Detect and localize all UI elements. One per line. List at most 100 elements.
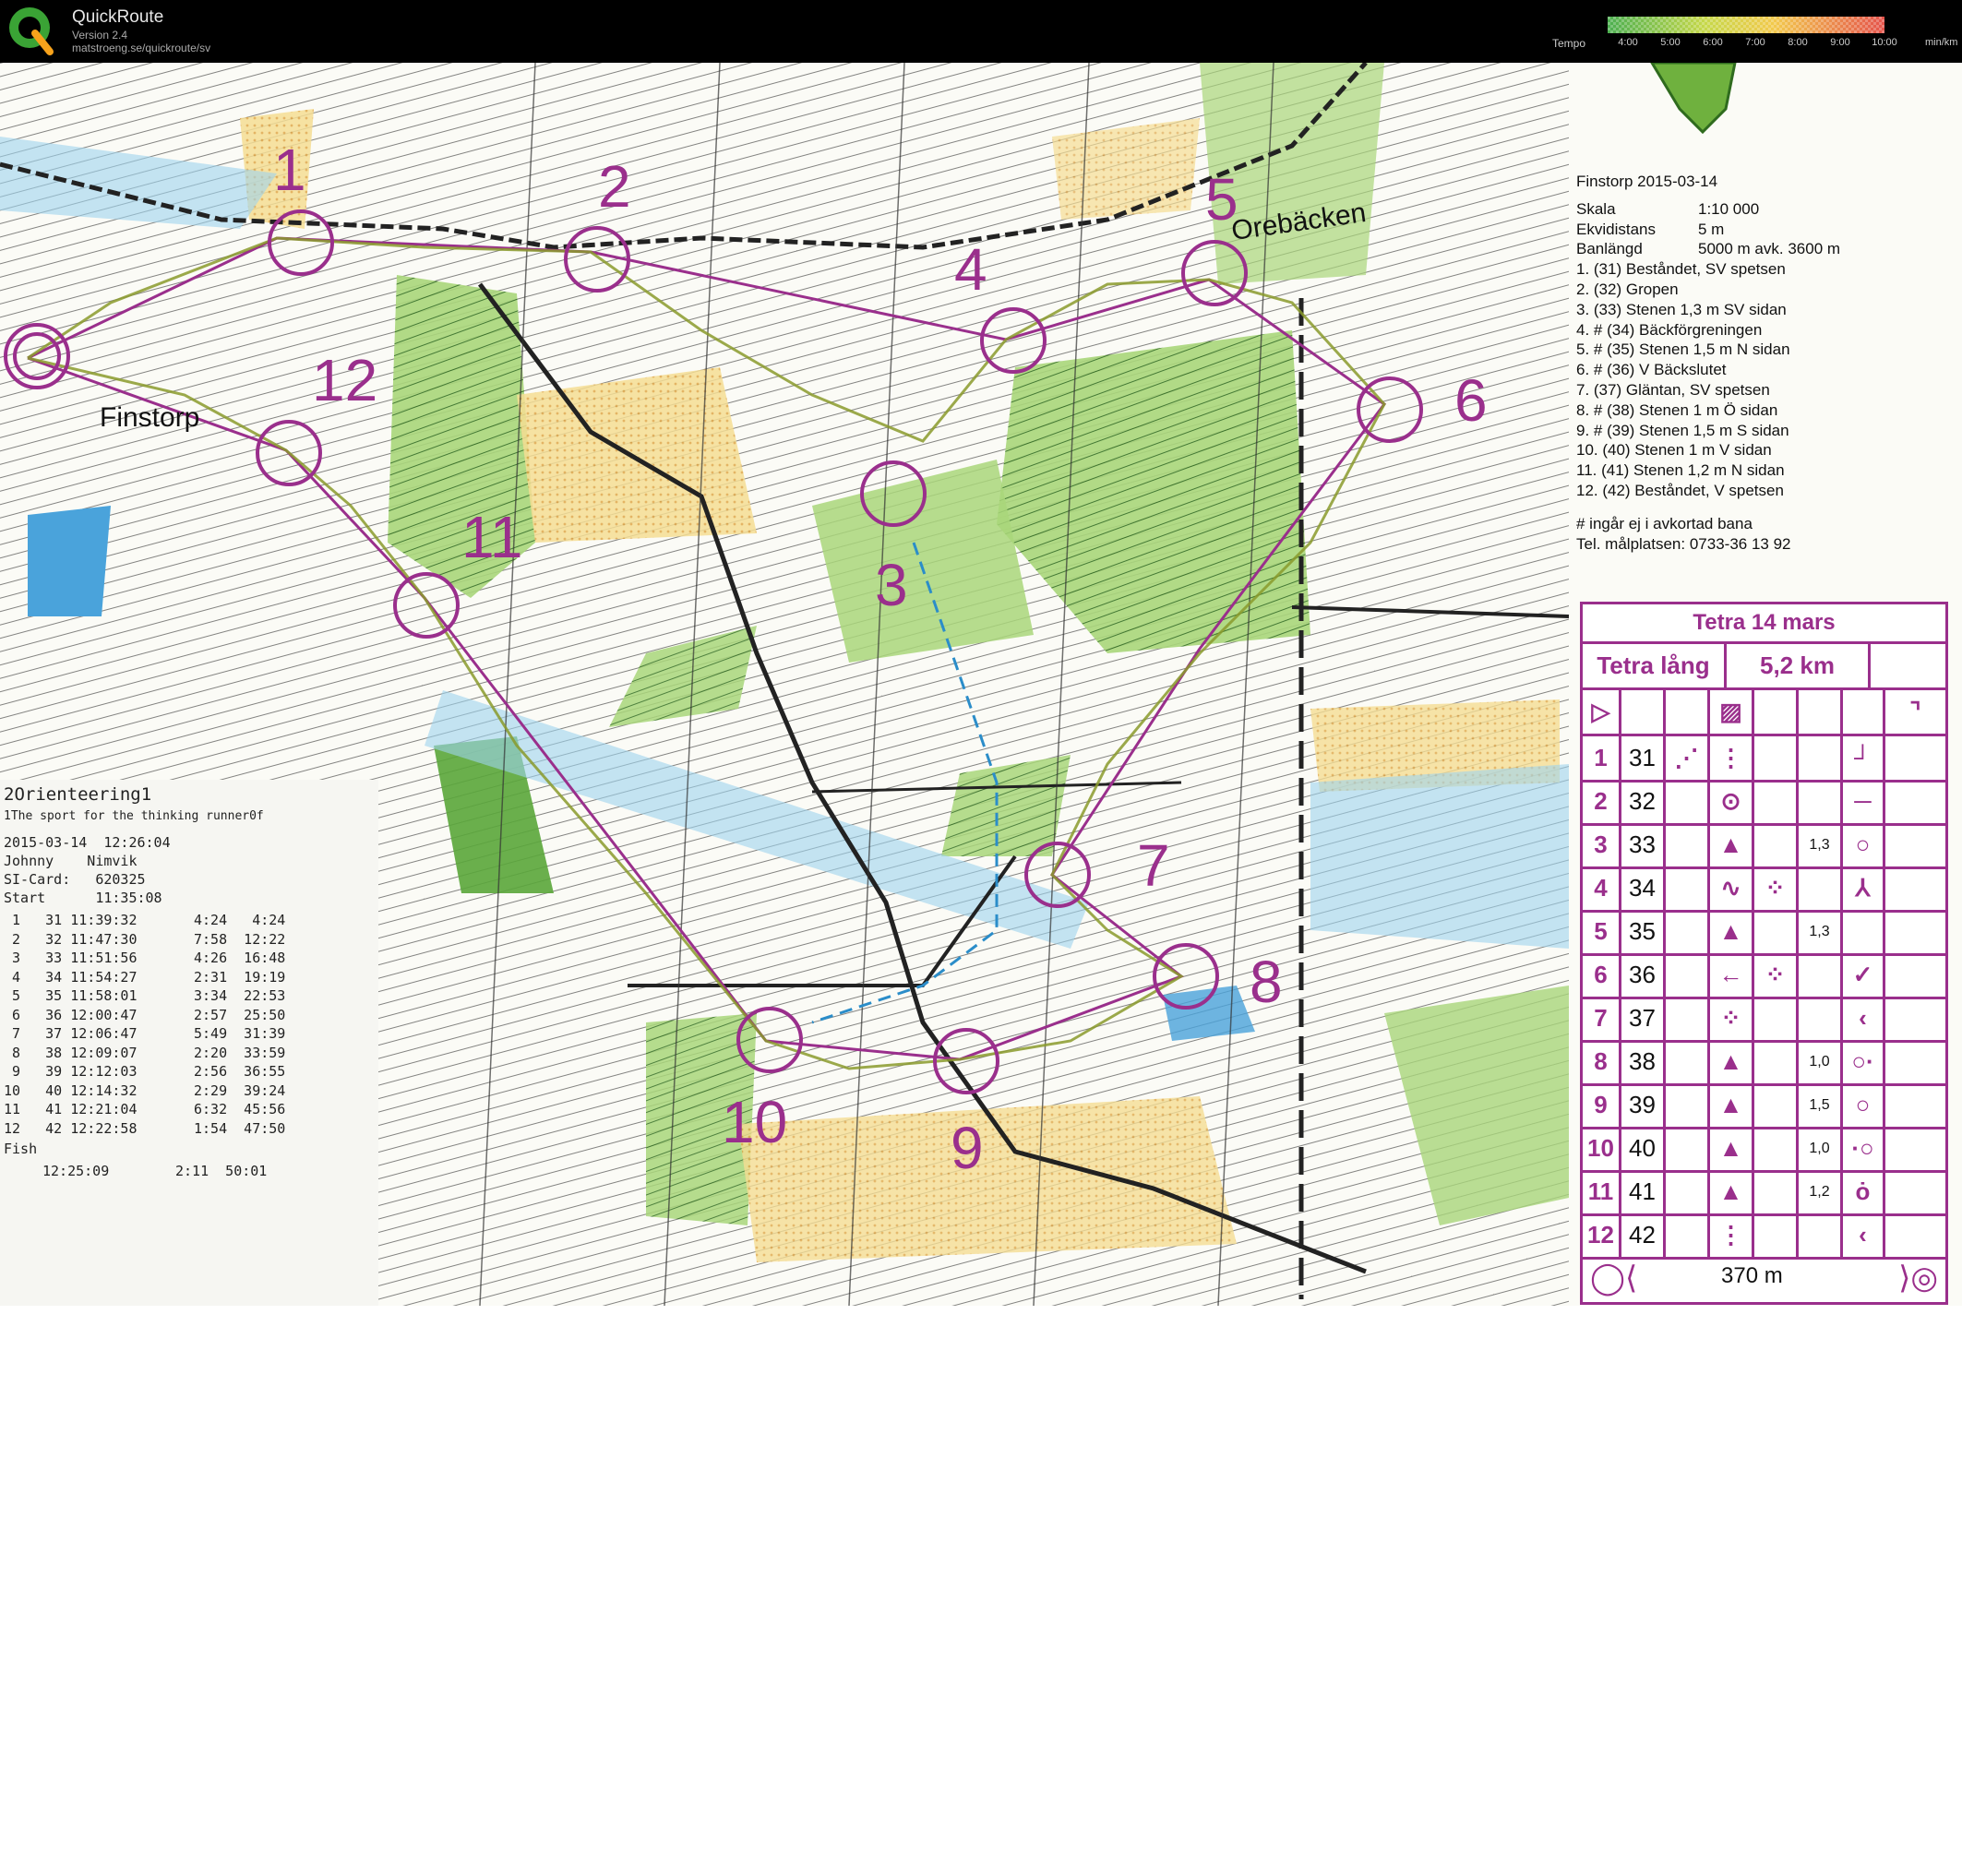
control-code: 39 [1621,1083,1666,1127]
receipt-split: 4 34 11:54:27 [4,968,138,986]
location-icon: ┘ [1843,736,1885,780]
control-order: 7 [1583,997,1621,1040]
legend-note: # ingår ej i avkortad bana [1576,514,1753,532]
tempo-gradient-bar [1608,17,1884,33]
start-triangle-icon: ▷ [1583,690,1621,734]
appearance-icon [1754,823,1799,866]
appearance-icon [1754,997,1799,1040]
feature-symbol-icon: ← [1710,953,1754,997]
legend-control: 3. (33) Stenen 1,3 m SV sidan [1576,300,1787,318]
feature-symbol-icon: ⋮ [1710,1213,1754,1257]
control-code: 33 [1621,823,1666,866]
control-number-4: 4 [954,236,987,303]
location-icon: ‹ [1843,1213,1885,1257]
legend-length: Banlängd 5000 m avk. 3600 m [1576,240,1841,258]
feature-column [1666,780,1710,823]
feature-symbol-icon: ▲ [1710,1083,1754,1127]
description-row: 5 35 ▲ 1,3 [1583,910,1945,956]
feature-symbol-icon: ⊙ [1710,780,1754,823]
control-order: 9 [1583,1083,1621,1127]
feature-symbol-icon: ▲ [1710,1170,1754,1213]
description-row: 7 37 ⁘ ‹ [1583,997,1945,1043]
receipt-split: 7 37 12:06:47 [4,1025,138,1042]
control-number-6: 6 [1454,367,1488,434]
tempo-label: Tempo [1552,37,1586,50]
receipt-time: 7:58 12:22 [194,930,286,948]
control-order: 2 [1583,780,1621,823]
receipt-split: 1 31 11:39:32 [4,912,138,928]
feature-symbol-icon: ⁘ [1710,997,1754,1040]
description-row: 11 41 ▲ 1,2 ȯ [1583,1170,1945,1216]
description-title: Tetra 14 mars [1583,604,1945,644]
control-code: 41 [1621,1170,1666,1213]
receipt-time: 4:26 16:48 [194,950,286,966]
description-finish: ◯⟨ 370 m ⟩◎ [1583,1254,1945,1300]
receipt-time: 3:34 22:53 [194,987,286,1004]
app-title-bar: QuickRoute Version 2.4 matstroeng.se/qui… [0,0,1962,63]
appearance-icon [1754,910,1799,953]
lake [28,506,111,616]
receipt-time: 5:49 31:39 [194,1025,286,1042]
course-length: 5,2 km [1727,644,1871,687]
place-name-finstorp: Finstorp [100,402,200,433]
control-order: 12 [1583,1213,1621,1257]
description-row: 1 31 ⋰ ⋮ ┘ [1583,736,1945,783]
control-code: 36 [1621,953,1666,997]
description-finish-row [1583,1833,1945,1876]
control-number-11: 11 [461,504,523,570]
feature-size [1799,1213,1843,1257]
other-column [1885,1040,1945,1083]
feature-symbol-icon: ▲ [1710,1040,1754,1083]
location-icon: ○ [1843,1083,1885,1127]
feature-column: ⋰ [1666,736,1710,780]
control-code: 35 [1621,910,1666,953]
other-column [1885,1213,1945,1257]
legend-control: 6. # (36) V Bäckslutet [1576,361,1727,379]
description-row: 3 33 ▲ 1,3 ○ [1583,823,1945,869]
other-column [1885,1083,1945,1127]
feature-symbol-icon: ▲ [1710,910,1754,953]
feature-size: 1,3 [1799,823,1843,866]
control-order: 10 [1583,1127,1621,1170]
control-number-8: 8 [1250,949,1283,1015]
description-row: 9 39 ▲ 1,5 ○ [1583,1083,1945,1129]
control-code: 37 [1621,997,1666,1040]
finish-distance: 370 m [1721,1263,1783,1288]
feature-size: 1,0 [1799,1127,1843,1170]
feature-size: 1,2 [1799,1170,1843,1213]
legend-control: 4. # (34) Bäckförgreningen [1576,320,1763,339]
receipt-split: 3 33 11:51:56 [4,950,138,966]
appearance-icon [1754,1213,1799,1257]
description-course-row: Tetra lång 5,2 km [1583,644,1945,690]
feature-symbol-icon: ⋮ [1710,736,1754,780]
location-icon: ─ [1843,780,1885,823]
legend-control: 1. (31) Beståndet, SV spetsen [1576,260,1786,279]
location-icon: ·○ [1843,1127,1885,1170]
app-version: Version 2.4 [72,29,128,42]
control-number-3: 3 [875,552,908,618]
control-order: 8 [1583,1040,1621,1083]
location-icon: ‹ [1843,997,1885,1040]
feature-column [1666,1127,1710,1170]
location-icon: ✓ [1843,953,1885,997]
legend-control: 11. (41) Stenen 1,2 m N sidan [1576,461,1785,480]
tempo-tick: 4:00 [1618,37,1638,48]
legend-control: 12. (42) Beståndet, V spetsen [1576,481,1784,499]
control-code: 38 [1621,1040,1666,1083]
description-row: 2 32 ⊙ ─ [1583,780,1945,826]
receipt-start: Start 11:35:08 [4,890,162,906]
marsh-area [1310,764,1569,949]
receipt-time: 1:54 47:50 [194,1119,286,1137]
receipt-time: 4:24 4:24 [194,912,286,928]
feature-size [1799,997,1843,1040]
receipt-subheader: 1The sport for the thinking runner0f [4,809,264,823]
other-column [1885,866,1945,910]
other-column [1885,780,1945,823]
feature-column [1666,1213,1710,1257]
receipt-finish-label: Fish [4,1141,38,1157]
app-url[interactable]: matstroeng.se/quickroute/sv [72,42,210,54]
open-area [517,367,757,543]
feature-symbol-icon: ∿ [1710,866,1754,910]
receipt-finish-time: 12:25:09 [42,1163,110,1179]
control-order: 5 [1583,910,1621,953]
